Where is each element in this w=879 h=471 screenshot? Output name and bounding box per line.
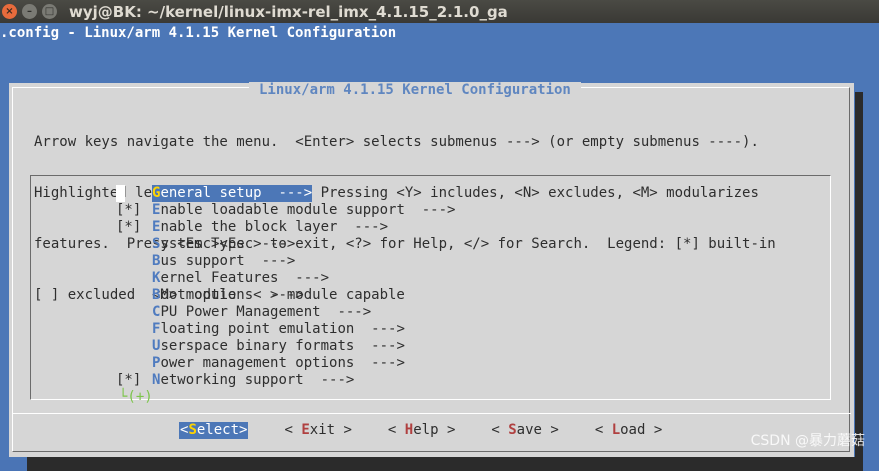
menu-item-label: Kernel Features ---> <box>152 270 329 287</box>
menu-item-text: nable the block layer ---> <box>160 219 389 235</box>
menu-item[interactable]: System Type ---> <box>116 236 455 253</box>
minimize-window-button[interactable]: – <box>22 4 37 19</box>
menu-item-text: serspace binary formats ---> <box>160 338 405 354</box>
dialog-title: Linux/arm 4.1.15 Kernel Configuration <box>249 82 581 98</box>
menu-item-text: ystem Type ---> <box>160 236 296 252</box>
menu-item-text: ower management options ---> <box>160 355 405 371</box>
menu-item[interactable]: Boot options ---> <box>116 287 455 304</box>
button-bracket-close: > <box>335 422 352 438</box>
menu-item-mark <box>116 355 152 372</box>
menu-item-mark <box>116 270 152 287</box>
menu-item-text: loating point emulation ---> <box>160 321 405 337</box>
window-title: wyj@BK: ~/kernel/linux-imx-rel_imx_4.1.1… <box>69 2 508 21</box>
menu-item-mark: [*] <box>116 219 150 235</box>
menu-item-label: Userspace binary formats ---> <box>152 338 405 355</box>
help-line: Arrow keys navigate the menu. <Enter> se… <box>34 134 759 150</box>
menu-item-mark <box>116 185 152 202</box>
help-button[interactable]: < Help > <box>388 422 455 439</box>
save-button[interactable]: < Save > <box>491 422 558 439</box>
menu-item-mark <box>116 321 152 338</box>
button-label: ave <box>516 422 542 438</box>
menu-item-text: etworking support ---> <box>160 372 355 388</box>
button-bracket-close: > <box>239 422 248 438</box>
menu-item-label: Networking support ---> <box>152 372 354 389</box>
menu-item-label: Enable loadable module support ---> <box>152 202 455 219</box>
select-button[interactable]: <Select> <box>179 422 249 439</box>
menu-item-mark <box>116 304 152 321</box>
menu-item-mark: [*] <box>116 202 150 218</box>
menu-item[interactable]: Userspace binary formats ---> <box>116 338 455 355</box>
button-hotkey: E <box>301 422 310 438</box>
menu-item[interactable]: [*] Enable the block layer ---> <box>116 219 455 236</box>
menu-item[interactable]: [*] Enable loadable module support ---> <box>116 202 455 219</box>
menu-item[interactable]: [*] Networking support ---> <box>116 372 455 389</box>
button-hotkey: S <box>188 422 197 438</box>
menu-item-mark <box>116 253 152 270</box>
menu-item[interactable]: General setup ---> <box>116 185 455 202</box>
button-bracket-close: > <box>541 422 559 438</box>
maximize-window-button[interactable]: □ <box>42 4 57 19</box>
menu-item[interactable]: Floating point emulation ---> <box>116 321 455 338</box>
terminal-header: .config - Linux/arm 4.1.15 Kernel Config… <box>0 25 397 41</box>
button-bracket-open: < <box>491 422 509 438</box>
button-bracket-open: < <box>594 422 612 438</box>
menu-item-mark <box>116 338 152 355</box>
cursor-block <box>116 185 125 202</box>
button-label: elect <box>196 422 240 438</box>
menu-item-label: General setup ---> <box>152 185 313 202</box>
menu-item-mark <box>116 287 152 304</box>
button-hotkey: L <box>611 422 621 438</box>
menu-item-mark: [*] <box>116 372 150 388</box>
watermark: CSDN @暴力蘑菇 <box>750 433 865 449</box>
menu-item[interactable]: Power management options ---> <box>116 355 455 372</box>
button-label: xit <box>309 422 336 438</box>
button-bracket-close: > <box>438 422 456 438</box>
menu-item-text: ernel Features ---> <box>160 270 330 286</box>
menu-item-mark <box>116 236 152 253</box>
menu-item-label: Power management options ---> <box>152 355 405 372</box>
menu-item-text: nable loadable module support ---> <box>160 202 456 218</box>
button-bracket-open: < <box>284 422 302 438</box>
menu-item-label: Floating point emulation ---> <box>152 321 405 338</box>
menu-item-text: us support ---> <box>160 253 296 269</box>
menu-item-text: oot options ---> <box>160 287 304 303</box>
menu-list: General setup ---> [*] Enable loadable mo… <box>116 185 455 389</box>
terminal[interactable]: .config - Linux/arm 4.1.15 Kernel Config… <box>0 23 879 471</box>
button-bracket-open: < <box>387 422 405 438</box>
menu-item-label: System Type ---> <box>152 236 295 253</box>
menu-item-text: PU Power Management ---> <box>160 304 372 320</box>
menu-item-text: eneral setup ---> <box>160 185 313 201</box>
close-icon: × <box>5 6 14 17</box>
button-separator <box>13 413 851 414</box>
menu-item-label: Enable the block layer ---> <box>152 219 388 236</box>
button-hotkey: S <box>508 422 517 438</box>
button-row: <Select> < Exit > < Help > < Save > < Load > <box>179 422 698 439</box>
minimize-icon: – <box>27 6 32 17</box>
maximize-icon: □ <box>44 6 55 17</box>
more-items-indicator: └(+) <box>119 389 153 405</box>
config-dialog: Linux/arm 4.1.15 Kernel Configuration Ar… <box>9 82 854 457</box>
dialog-shadow-right <box>855 92 863 458</box>
close-window-button[interactable]: × <box>2 4 17 19</box>
button-label: elp <box>413 422 439 438</box>
button-bracket-close: > <box>645 422 663 438</box>
menu-item[interactable]: Bus support ---> <box>116 253 455 270</box>
menu-item-label: CPU Power Management ---> <box>152 304 371 321</box>
menu-item-label: Bus support ---> <box>152 253 295 270</box>
load-button[interactable]: < Load > <box>595 422 662 439</box>
dialog-shadow-bottom <box>27 457 863 471</box>
button-hotkey: H <box>404 422 414 438</box>
button-label: oad <box>620 422 646 438</box>
menu-item-label: Boot options ---> <box>152 287 304 304</box>
menu-item[interactable]: CPU Power Management ---> <box>116 304 455 321</box>
menu-item[interactable]: Kernel Features ---> <box>116 270 455 287</box>
exit-button[interactable]: < Exit > <box>284 422 351 439</box>
window-titlebar[interactable]: × – □ wyj@BK: ~/kernel/linux-imx-rel_imx… <box>0 0 879 23</box>
